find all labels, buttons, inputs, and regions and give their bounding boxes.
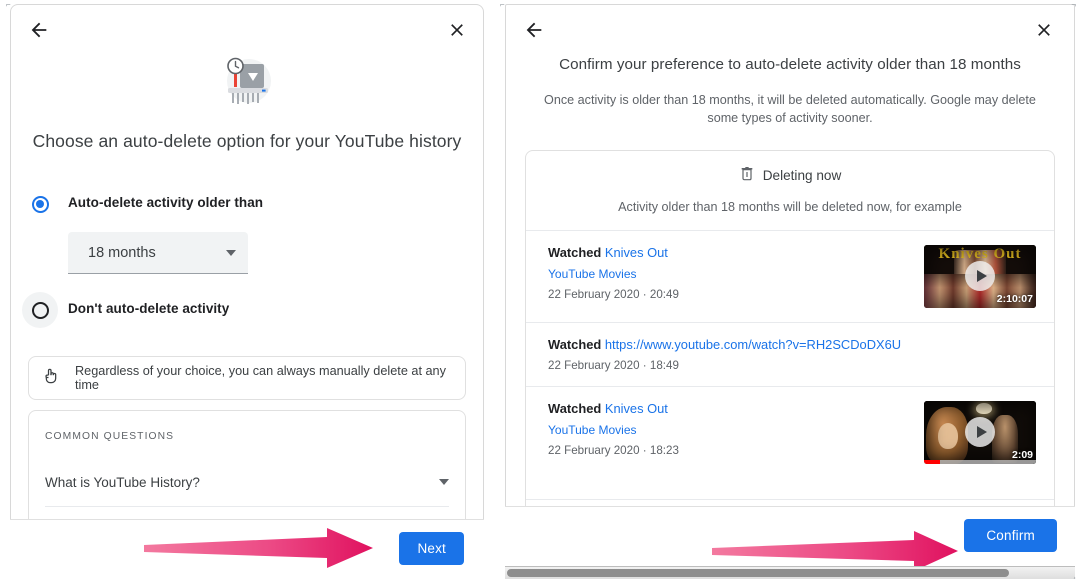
- right-panel-topbar: [505, 4, 1075, 52]
- trash-icon: [739, 165, 755, 186]
- right-panel-footer: Confirm: [505, 506, 1075, 564]
- activity-channel-link[interactable]: YouTube Movies: [548, 423, 914, 437]
- activity-title-line: Watched Knives Out: [548, 245, 914, 260]
- scrollbar-thumb[interactable]: [507, 569, 1009, 577]
- crop-tick: ¸: [1073, 570, 1076, 579]
- close-button-left[interactable]: [440, 13, 474, 47]
- manual-delete-notice-text: Regardless of your choice, you can alway…: [75, 364, 446, 392]
- activity-row[interactable]: Watched Knives Out YouTube Movies 22 Feb…: [526, 229, 1054, 322]
- crop-tick: ¬: [1071, 0, 1076, 9]
- left-dialog-panel: Choose an auto-delete option for your Yo…: [10, 4, 484, 577]
- activity-link[interactable]: https://www.youtube.com/watch?v=RH2SCDoD…: [605, 337, 901, 352]
- left-panel-footer: Next: [10, 519, 484, 577]
- deleting-now-subheading: Activity older than 18 months will be de…: [618, 199, 962, 214]
- activity-date: 22 February 2020: [548, 287, 640, 301]
- chevron-down-icon: [226, 249, 236, 256]
- activity-thumbnail[interactable]: Knives Out 2:10:07: [924, 244, 1036, 308]
- back-button-right[interactable]: [517, 13, 551, 47]
- thumbnail-progress-bar: [924, 459, 1036, 464]
- radio-unselected-indicator: [31, 301, 49, 319]
- activity-date: 22 February 2020: [548, 358, 640, 372]
- crop-tick: ⌐: [500, 0, 505, 9]
- activity-link[interactable]: Knives Out: [605, 401, 668, 416]
- activity-separator: ·: [642, 358, 647, 372]
- activity-separator: ·: [642, 443, 647, 457]
- deleting-now-heading-label: Deleting now: [762, 167, 842, 183]
- faq-question-label: What is YouTube History?: [45, 474, 200, 490]
- activity-time: 18:23: [649, 443, 679, 457]
- activity-title-line: Watched https://www.youtube.com/watch?v=…: [548, 337, 1026, 352]
- activity-time: 18:49: [649, 358, 679, 372]
- thumbnail-duration: 2:10:07: [996, 292, 1033, 305]
- activity-timestamp: 22 February 2020 · 20:49: [548, 288, 914, 301]
- common-questions-heading: COMMON QUESTIONS: [45, 431, 175, 442]
- deleting-now-card: Deleting now Activity older than 18 mont…: [525, 149, 1055, 522]
- hero-illustration: [10, 54, 484, 115]
- horizontal-scrollbar[interactable]: [505, 566, 1075, 579]
- chevron-down-icon: [439, 479, 449, 485]
- right-dialog-panel: Confirm your preference to auto-delete a…: [505, 4, 1075, 564]
- activity-thumbnail[interactable]: 2:09: [924, 400, 1036, 464]
- close-button-right[interactable]: [1027, 13, 1061, 47]
- radio-option-dont-auto-delete-label: Don't auto-delete activity: [68, 301, 230, 316]
- activity-link[interactable]: Knives Out: [605, 245, 668, 260]
- activity-action-label: Watched: [548, 400, 602, 416]
- radio-option-auto-delete[interactable]: Auto-delete activity older than: [10, 186, 484, 222]
- activity-time: 20:49: [649, 287, 679, 301]
- activity-action-label: Watched: [548, 336, 602, 352]
- activity-row[interactable]: Watched https://www.youtube.com/watch?v=…: [526, 321, 1054, 386]
- activity-date: 22 February 2020: [548, 443, 640, 457]
- right-panel-subtitle: Once activity is older than 18 months, i…: [544, 93, 1036, 126]
- activity-timestamp: 22 February 2020 · 18:49: [548, 359, 1026, 372]
- play-icon: [965, 261, 995, 291]
- activity-row[interactable]: Watched Knives Out YouTube Movies 22 Feb…: [526, 385, 1054, 478]
- radio-option-auto-delete-label: Auto-delete activity older than: [68, 195, 264, 210]
- duration-select[interactable]: 18 months: [68, 232, 248, 274]
- shredder-clock-icon: [218, 54, 276, 115]
- radio-option-dont-auto-delete[interactable]: Don't auto-delete activity: [10, 292, 484, 328]
- activity-title-line: Watched Knives Out: [548, 401, 914, 416]
- deleting-now-header: Deleting now: [526, 165, 1054, 186]
- activity-timestamp: 22 February 2020 · 18:23: [548, 444, 914, 457]
- back-button-left[interactable]: [22, 13, 56, 47]
- activity-separator: ·: [642, 287, 647, 301]
- activity-list: Watched Knives Out YouTube Movies 22 Feb…: [526, 229, 1054, 478]
- left-panel-topbar: [10, 4, 484, 52]
- radio-button-dont-auto-delete[interactable]: [22, 292, 58, 328]
- confirm-button[interactable]: Confirm: [964, 519, 1057, 552]
- play-icon: [965, 417, 995, 447]
- activity-action-label: Watched: [548, 244, 602, 260]
- activity-details: Watched Knives Out YouTube Movies 22 Feb…: [548, 245, 924, 301]
- activity-channel-link[interactable]: YouTube Movies: [548, 267, 914, 281]
- radio-selected-indicator: [31, 195, 49, 213]
- screenshot-stage: Choose an auto-delete option for your Yo…: [0, 0, 1080, 581]
- faq-item-what-is-youtube-history[interactable]: What is YouTube History?: [45, 458, 449, 506]
- crop-tick: ⌐: [6, 0, 11, 9]
- activity-details: Watched https://www.youtube.com/watch?v=…: [548, 337, 1036, 372]
- close-icon: [447, 20, 467, 40]
- arrow-left-icon: [523, 19, 545, 41]
- left-panel-title: Choose an auto-delete option for your Yo…: [32, 131, 462, 151]
- close-icon: [1034, 20, 1054, 40]
- tap-gesture-icon: [41, 366, 61, 391]
- duration-select-value: 18 months: [88, 244, 156, 261]
- right-panel-title: Confirm your preference to auto-delete a…: [559, 56, 1021, 73]
- arrow-left-icon: [28, 19, 50, 41]
- activity-details: Watched Knives Out YouTube Movies 22 Feb…: [548, 401, 924, 457]
- radio-button-auto-delete[interactable]: [22, 186, 58, 222]
- next-button[interactable]: Next: [399, 532, 464, 565]
- manual-delete-notice: Regardless of your choice, you can alway…: [28, 356, 466, 400]
